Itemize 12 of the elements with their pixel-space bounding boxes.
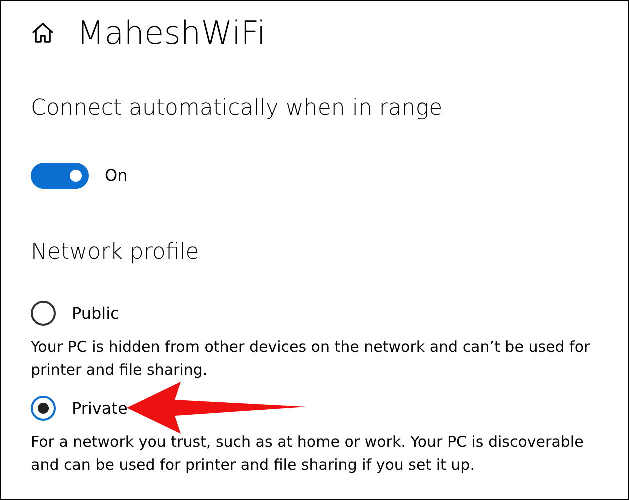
radio-button[interactable] bbox=[31, 301, 56, 326]
toggle-label: On bbox=[105, 165, 128, 187]
page-title: MaheshWiFi bbox=[77, 13, 266, 54]
option-description: For a network you trust, such as at home or work. Your PC is discoverable and can be used for printer and file sharing if you set it up. bbox=[31, 432, 585, 476]
option-description: Your PC is hidden from other devices on the network and can’t be used for printer and file sharing. bbox=[31, 337, 592, 381]
radio-label: Public bbox=[72, 302, 120, 324]
section-heading: Network profile bbox=[31, 239, 200, 267]
toggle-switch[interactable] bbox=[31, 163, 89, 189]
radio-button[interactable] bbox=[31, 396, 56, 421]
radio-label: Private bbox=[72, 398, 128, 420]
section-heading: Connect automatically when in range bbox=[31, 95, 444, 123]
home-icon[interactable] bbox=[31, 22, 55, 44]
